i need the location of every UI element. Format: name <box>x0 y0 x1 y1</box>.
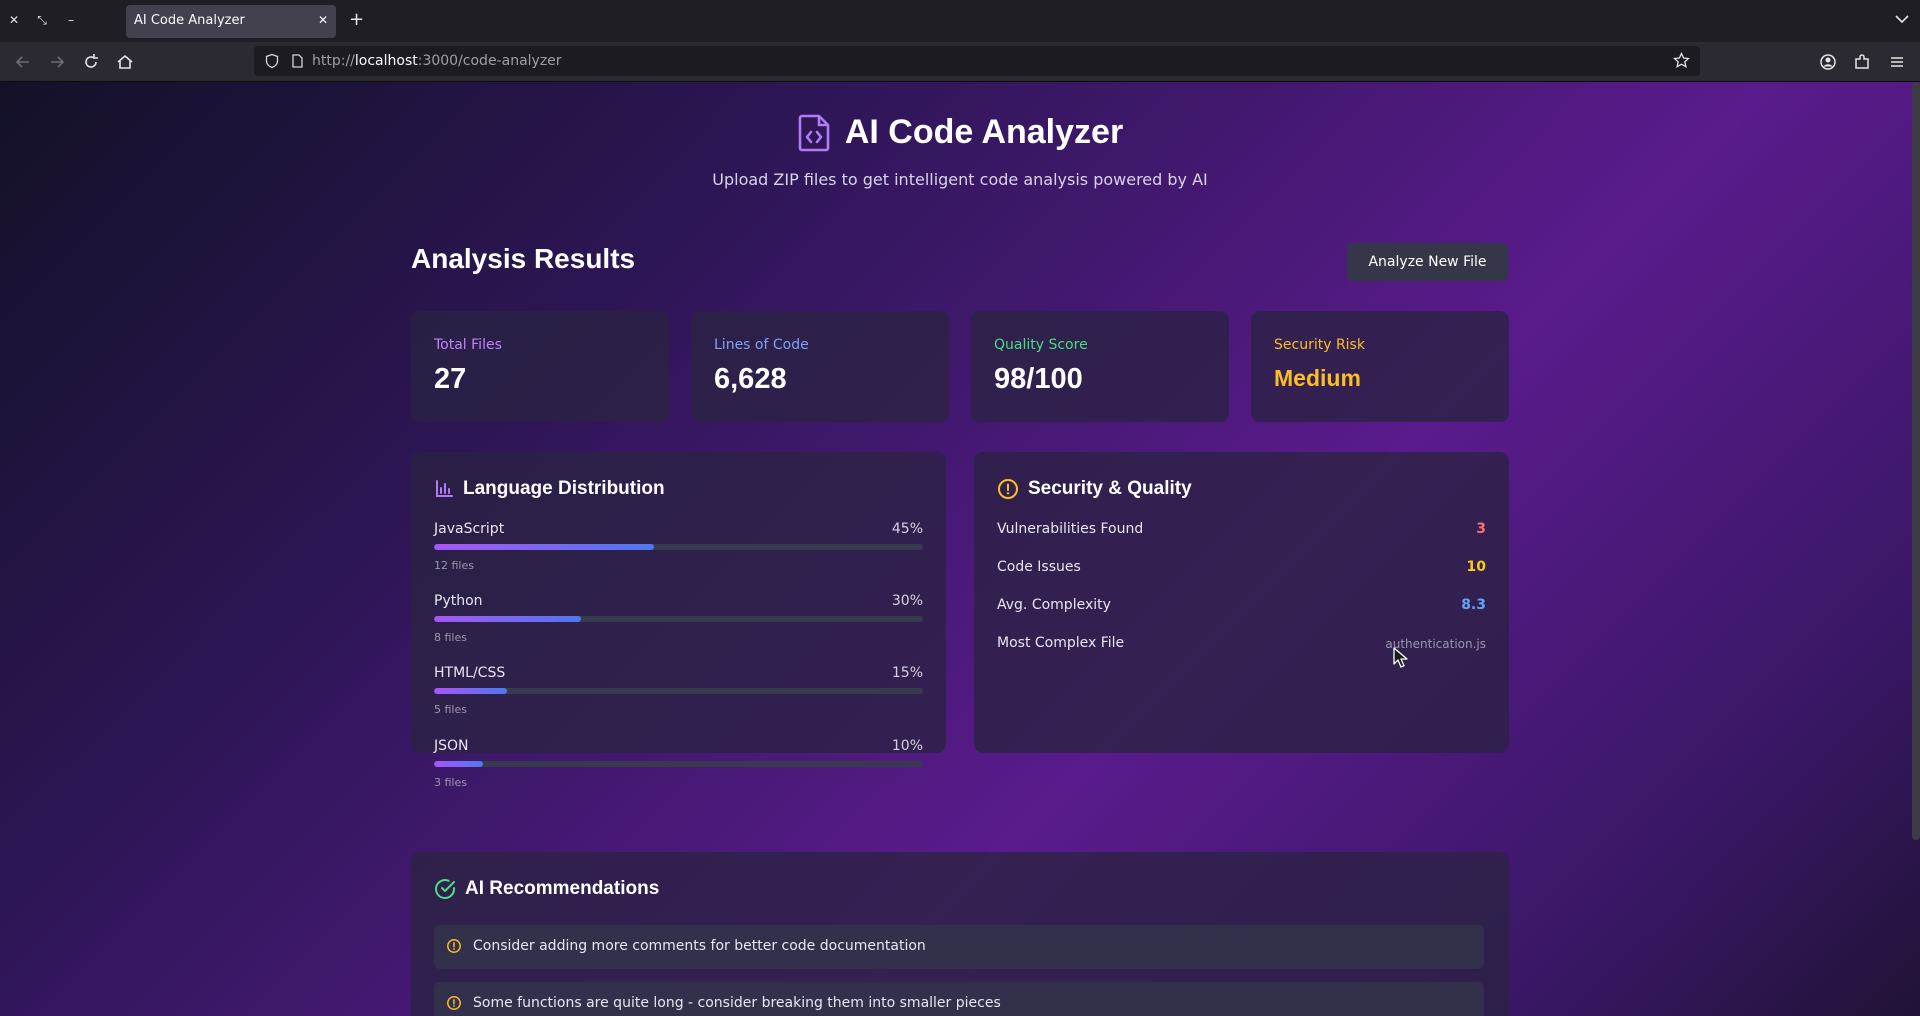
panel-title-text: AI Recommendations <box>465 878 660 899</box>
account-icon[interactable] <box>1818 52 1838 72</box>
progress-track <box>434 544 923 550</box>
progress-fill <box>434 688 508 694</box>
language-percent: 15% <box>891 665 923 681</box>
language-name: HTML/CSS <box>434 665 506 681</box>
metric-label: Code Issues <box>997 559 1081 575</box>
home-icon[interactable] <box>115 52 135 72</box>
panel-title: Language Distribution <box>434 478 665 500</box>
panel-title-text: Language Distribution <box>463 478 665 499</box>
page-header: AI Code Analyzer Upload ZIP files to get… <box>0 113 1920 189</box>
language-distribution-panel: Language Distribution JavaScript 45% 12 … <box>411 452 946 789</box>
stat-value: Medium <box>1274 365 1361 391</box>
list-all-tabs-icon[interactable] <box>1894 11 1910 27</box>
page-icon[interactable] <box>289 53 305 69</box>
reload-icon[interactable] <box>81 52 101 72</box>
shield-icon[interactable] <box>264 53 280 69</box>
browser-tab-bar: ✕ ⤡ – AI Code Analyzer ✕ + <box>0 0 1920 42</box>
tab-close-icon[interactable]: ✕ <box>318 13 328 27</box>
progress-fill <box>434 761 483 767</box>
mouse-cursor-icon <box>1393 647 1408 668</box>
browser-tab[interactable]: AI Code Analyzer ✕ <box>126 5 336 38</box>
stat-value: 98/100 <box>994 363 1083 395</box>
panel-title: Security & Quality <box>997 478 1192 500</box>
forward-arrow-icon[interactable] <box>47 52 67 72</box>
language-name: JSON <box>434 738 469 754</box>
stat-value: 6,628 <box>714 363 787 395</box>
menu-icon[interactable] <box>1887 52 1907 72</box>
page-title: AI Code Analyzer <box>844 113 1124 151</box>
recommendation-text: Consider adding more comments for better… <box>473 938 926 954</box>
language-percent: 30% <box>891 593 923 609</box>
language-name: JavaScript <box>434 521 505 537</box>
metric-label: Most Complex File <box>997 635 1125 651</box>
progress-fill <box>434 544 655 550</box>
scrollbar-thumb[interactable] <box>1912 82 1920 840</box>
metric-row: Vulnerabilities Found 3 <box>997 521 1486 541</box>
browser-nav-bar: http://localhost:3000/code-analyzer <box>0 42 1920 82</box>
analyze-new-file-button[interactable]: Analyze New File <box>1347 243 1508 281</box>
metric-label: Avg. Complexity <box>997 597 1111 613</box>
progress-track <box>434 688 923 694</box>
stat-label: Lines of Code <box>714 337 809 353</box>
alert-circle-icon <box>998 479 1018 499</box>
language-name: Python <box>434 593 483 609</box>
page-content: AI Code Analyzer Upload ZIP files to get… <box>0 82 1920 1016</box>
progress-fill <box>434 616 581 622</box>
stat-value: 27 <box>434 363 467 395</box>
security-quality-panel: Security & Quality Vulnerabilities Found… <box>974 452 1509 753</box>
recommendation-item: Some functions are quite long - consider… <box>434 982 1484 1016</box>
metric-label: Vulnerabilities Found <box>997 521 1144 537</box>
metric-value: 8.3 <box>1461 597 1486 613</box>
progress-track <box>434 616 923 622</box>
alert-circle-icon <box>447 996 461 1010</box>
address-bar[interactable]: http://localhost:3000/code-analyzer <box>254 46 1700 76</box>
language-percent: 10% <box>891 738 923 754</box>
stat-label: Total Files <box>434 337 502 353</box>
metric-row: Code Issues 10 <box>997 559 1486 579</box>
recommendation-text: Some functions are quite long - consider… <box>473 995 1001 1011</box>
ai-recommendations-panel: AI Recommendations Consider adding more … <box>411 852 1509 1016</box>
stat-card-total-files: Total Files 27 <box>411 311 669 422</box>
bar-chart-icon <box>436 480 453 497</box>
back-arrow-icon[interactable] <box>13 52 33 72</box>
url-text: http://localhost:3000/code-analyzer <box>312 53 562 69</box>
metric-row: Most Complex File authentication.js <box>997 635 1486 655</box>
language-files: 12 files <box>434 559 474 572</box>
panel-title-text: Security & Quality <box>1028 478 1192 499</box>
window-maximize-icon[interactable]: ⤡ <box>34 12 50 28</box>
stat-card-quality-score: Quality Score 98/100 <box>971 311 1229 422</box>
stat-label: Quality Score <box>994 337 1088 353</box>
panel-title: AI Recommendations <box>434 878 659 900</box>
extensions-icon[interactable] <box>1852 52 1872 72</box>
window-minimize-icon[interactable]: – <box>63 12 79 28</box>
stat-card-lines-of-code: Lines of Code 6,628 <box>691 311 949 422</box>
stat-card-security-risk: Security Risk Medium <box>1251 311 1509 422</box>
metric-row: Avg. Complexity 8.3 <box>997 597 1486 617</box>
results-heading: Analysis Results <box>411 243 636 274</box>
bookmark-star-icon[interactable] <box>1673 52 1690 69</box>
progress-track <box>434 761 923 767</box>
tab-title: AI Code Analyzer <box>134 13 245 28</box>
language-files: 8 files <box>434 631 467 644</box>
metric-value: 3 <box>1476 521 1486 537</box>
new-tab-icon[interactable]: + <box>349 9 364 30</box>
alert-circle-icon <box>447 939 461 953</box>
stat-label: Security Risk <box>1274 337 1365 353</box>
metric-value: 10 <box>1466 559 1486 575</box>
language-files: 3 files <box>434 776 467 789</box>
language-percent: 45% <box>891 521 923 537</box>
code-file-icon <box>798 114 830 151</box>
page-subtitle: Upload ZIP files to get intelligent code… <box>712 169 1208 189</box>
recommendation-item: Consider adding more comments for better… <box>434 925 1484 969</box>
check-circle-icon <box>435 879 456 900</box>
language-files: 5 files <box>434 703 467 716</box>
window-close-icon[interactable]: ✕ <box>6 12 22 28</box>
